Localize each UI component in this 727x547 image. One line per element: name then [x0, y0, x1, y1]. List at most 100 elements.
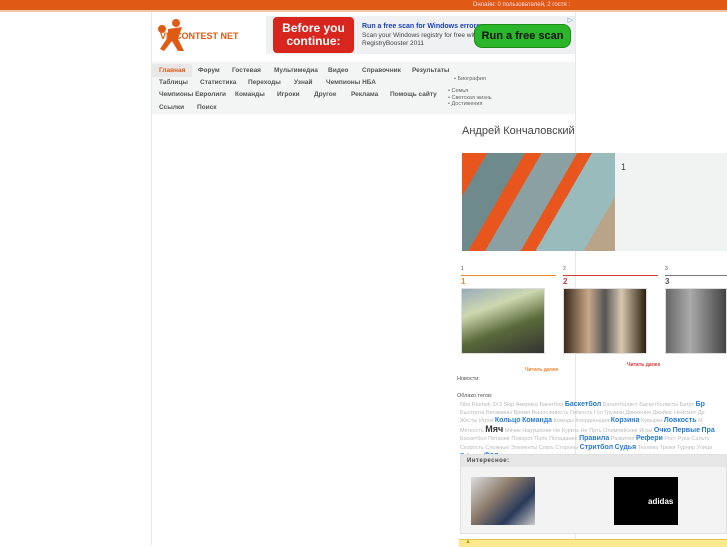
tag-link[interactable]: Жесты [460, 418, 477, 424]
hero-image[interactable] [462, 153, 615, 251]
nav-transfers[interactable]: Переходы [248, 79, 281, 86]
tag-link[interactable]: Бакетбол [539, 402, 563, 408]
submenu-item-label[interactable]: Достижения [451, 101, 482, 107]
nav-search[interactable]: Поиск [197, 104, 217, 111]
submenu-item-label[interactable]: Светская жизнь [451, 95, 491, 101]
tag-link[interactable]: Рука [678, 436, 690, 442]
submenu-item-label[interactable]: Семья [451, 88, 468, 94]
tag-link[interactable]: Время [514, 410, 531, 416]
nav-stats[interactable]: Статистика [200, 79, 236, 86]
article-image[interactable] [665, 288, 727, 354]
tag-link[interactable]: Поворот [511, 436, 532, 442]
tag-link[interactable]: Правила [579, 435, 609, 442]
tag-link[interactable]: Меткость [460, 428, 484, 434]
tag-link[interactable]: Гол [594, 410, 603, 416]
tag-link[interactable]: Грузики [604, 410, 624, 416]
tag-link[interactable]: Reebok 3X3 [472, 402, 502, 408]
tag-link[interactable]: Джеймс Нейсмит [652, 410, 696, 416]
nav-nba-champions[interactable]: Чемпионы НБА [326, 79, 376, 86]
tag-link[interactable]: Техника [638, 445, 658, 451]
tag-link[interactable]: Развитие [611, 436, 635, 442]
tag-link[interactable]: Мяч [485, 424, 503, 434]
tag-link[interactable]: Бр [696, 401, 705, 408]
nav-results[interactable]: Результаты [412, 67, 449, 74]
submenu-bio[interactable]: • Биография [454, 76, 486, 83]
nav-multimedia[interactable]: Мультимедиа [274, 67, 318, 74]
read-more-link[interactable]: Читать далее [627, 362, 660, 368]
tag-link[interactable]: Сальто [691, 436, 709, 442]
nav-learn[interactable]: Узнай [294, 79, 313, 86]
tag-link[interactable]: Очко [654, 427, 671, 434]
tag-link[interactable]: Рефери [636, 435, 663, 442]
tag-link[interactable]: М [698, 418, 703, 424]
tag-link[interactable]: Скорость [460, 445, 484, 451]
tag-link[interactable]: Первые [673, 427, 700, 434]
tag-link[interactable]: Батут [680, 402, 694, 408]
tag-link[interactable]: Не Курить [553, 428, 579, 434]
adchoices-icon[interactable]: ▷ [568, 16, 573, 24]
tag-link[interactable]: Попадание [549, 436, 578, 442]
nav-help[interactable]: Помощь сайту [390, 91, 437, 98]
tab-3[interactable]: 33 [665, 266, 727, 286]
tag-link[interactable]: Баскетболисты [639, 402, 678, 408]
article-image[interactable] [563, 288, 647, 354]
advertisement[interactable]: Before you continue: Run a free scan for… [266, 16, 575, 54]
nav-players[interactable]: Игроки [277, 91, 300, 98]
slide-number[interactable]: 1 [621, 162, 626, 172]
nav-video[interactable]: Видео [328, 67, 348, 74]
nav-ads[interactable]: Реклама [351, 91, 378, 98]
ad-title[interactable]: Run a free scan for Windows errors [362, 23, 480, 30]
tag-link[interactable]: Улица [696, 445, 712, 451]
tag-link[interactable]: Рост [664, 436, 676, 442]
tag-link[interactable]: Спать [539, 445, 554, 451]
tag-link[interactable]: Стороны [556, 445, 579, 451]
adidas-image[interactable]: adidas [614, 477, 678, 525]
tag-link[interactable]: Координация [575, 418, 609, 424]
tag-link[interactable]: Комнды [554, 418, 574, 424]
tag-link[interactable]: Др [698, 410, 705, 416]
nav-guestbook[interactable]: Гостевая [232, 67, 261, 74]
nav-forum[interactable]: Форум [198, 67, 220, 74]
tag-link[interactable]: Трюки [660, 445, 676, 451]
tag-link[interactable]: Skip [503, 402, 514, 408]
tag-link[interactable]: Команда [522, 417, 552, 424]
tab-1[interactable]: 11 [461, 266, 556, 286]
tag-link[interactable]: Поле [534, 436, 547, 442]
nav-teams[interactable]: Команды [235, 91, 265, 98]
tag-link[interactable]: Мячик [505, 428, 521, 434]
tag-link[interactable]: Корзина [611, 417, 640, 424]
tag-link[interactable]: Баскетболист [603, 402, 638, 408]
tag-link[interactable]: Движения [625, 410, 651, 416]
read-more-link[interactable]: Читать далее [525, 367, 558, 373]
nav-links[interactable]: Ссылки [159, 104, 184, 111]
submenu-bio-label[interactable]: Биография [457, 76, 485, 82]
nav-euroleague[interactable]: Чемпионы Евролиги [159, 91, 226, 98]
tag-link[interactable]: Олимпийские Игры [603, 428, 652, 434]
article-image[interactable] [461, 288, 545, 354]
tab-2[interactable]: 22 [563, 266, 658, 286]
tag-link[interactable]: Гибкость [570, 410, 593, 416]
tag-link[interactable]: Питание [488, 436, 510, 442]
tag-link[interactable]: Турнир [677, 445, 695, 451]
tag-link[interactable]: Кувырки [641, 418, 662, 424]
tag-link[interactable]: Пра [702, 427, 715, 434]
nav-home[interactable]: Главная [152, 64, 193, 77]
tag-link[interactable]: Баскетбол [565, 401, 601, 408]
tag-link[interactable]: Выносливость [532, 410, 569, 416]
ad-scan-button[interactable]: Run a free scan [474, 24, 571, 48]
tag-link[interactable]: Не Пить [581, 428, 602, 434]
nav-other[interactable]: Другое [314, 91, 336, 98]
nav-reference[interactable]: Справочник [362, 67, 401, 74]
tag-link[interactable]: Ловкость [664, 417, 697, 424]
tag-link[interactable]: Витамины [486, 410, 512, 416]
tag-link[interactable]: Судья [615, 444, 637, 451]
interesting-image[interactable] [471, 477, 535, 525]
tag-link[interactable]: Баскетбол [460, 436, 487, 442]
tag-link[interactable]: Нарушение [522, 428, 551, 434]
tag-link[interactable]: Сложные Элементы [485, 445, 537, 451]
tag-link[interactable]: Стритбол [580, 444, 613, 451]
tag-link[interactable]: Быстрота [460, 410, 484, 416]
nav-tables[interactable]: Таблицы [159, 79, 188, 86]
tag-link[interactable]: Америка [516, 402, 538, 408]
submenu-item[interactable]: • Достижения [448, 101, 492, 108]
